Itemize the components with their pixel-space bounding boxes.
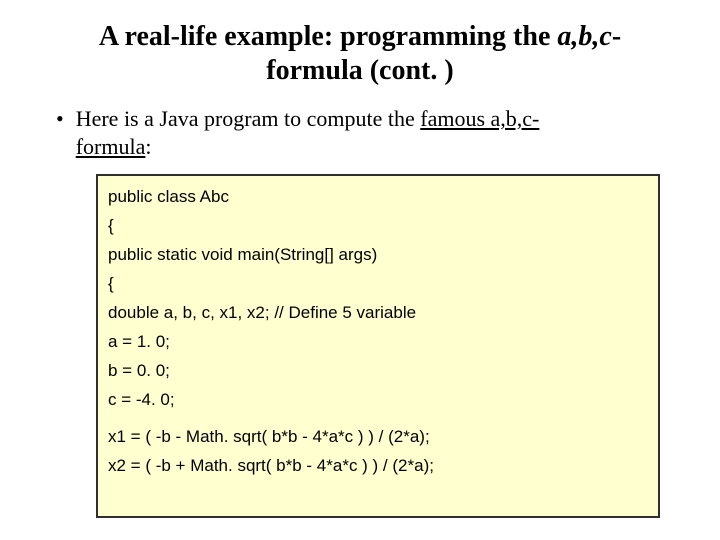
code-line: b = 0. 0; bbox=[108, 356, 648, 385]
code-line: public static void main(String[] args) bbox=[108, 240, 648, 269]
bullet-item: • Here is a Java program to compute the … bbox=[56, 105, 672, 160]
bullet-u2: formula bbox=[76, 134, 146, 159]
bullet-t2: : bbox=[145, 134, 151, 159]
code-line: { bbox=[108, 269, 648, 298]
slide-title: A real-life example: programming the a,b… bbox=[48, 20, 672, 87]
bullet-text: Here is a Java program to compute the fa… bbox=[76, 105, 672, 160]
bullet-dot: • bbox=[56, 105, 64, 160]
title-italic: a,b,c bbox=[557, 21, 611, 52]
title-prefix: A real-life example: programming the bbox=[99, 21, 558, 52]
slide: A real-life example: programming the a,b… bbox=[0, 0, 720, 540]
title-suffix1: - bbox=[612, 21, 621, 52]
code-gap bbox=[108, 414, 648, 422]
bullet-t1: Here is a Java program to compute the bbox=[76, 106, 421, 131]
code-line: a = 1. 0; bbox=[108, 327, 648, 356]
code-line: x2 = ( -b + Math. sqrt( b*b - 4*a*c ) ) … bbox=[108, 451, 648, 480]
code-box: public class Abc { public static void ma… bbox=[96, 174, 660, 518]
code-line: c = -4. 0; bbox=[108, 385, 648, 414]
code-line: { bbox=[108, 211, 648, 240]
code-line: x1 = ( -b - Math. sqrt( b*b - 4*a*c ) ) … bbox=[108, 422, 648, 451]
code-line: double a, b, c, x1, x2; // Define 5 vari… bbox=[108, 298, 648, 327]
code-line: public class Abc bbox=[108, 182, 648, 211]
title-line2: formula (cont. ) bbox=[266, 55, 453, 86]
bullet-u1: famous a,b,c- bbox=[420, 106, 539, 131]
